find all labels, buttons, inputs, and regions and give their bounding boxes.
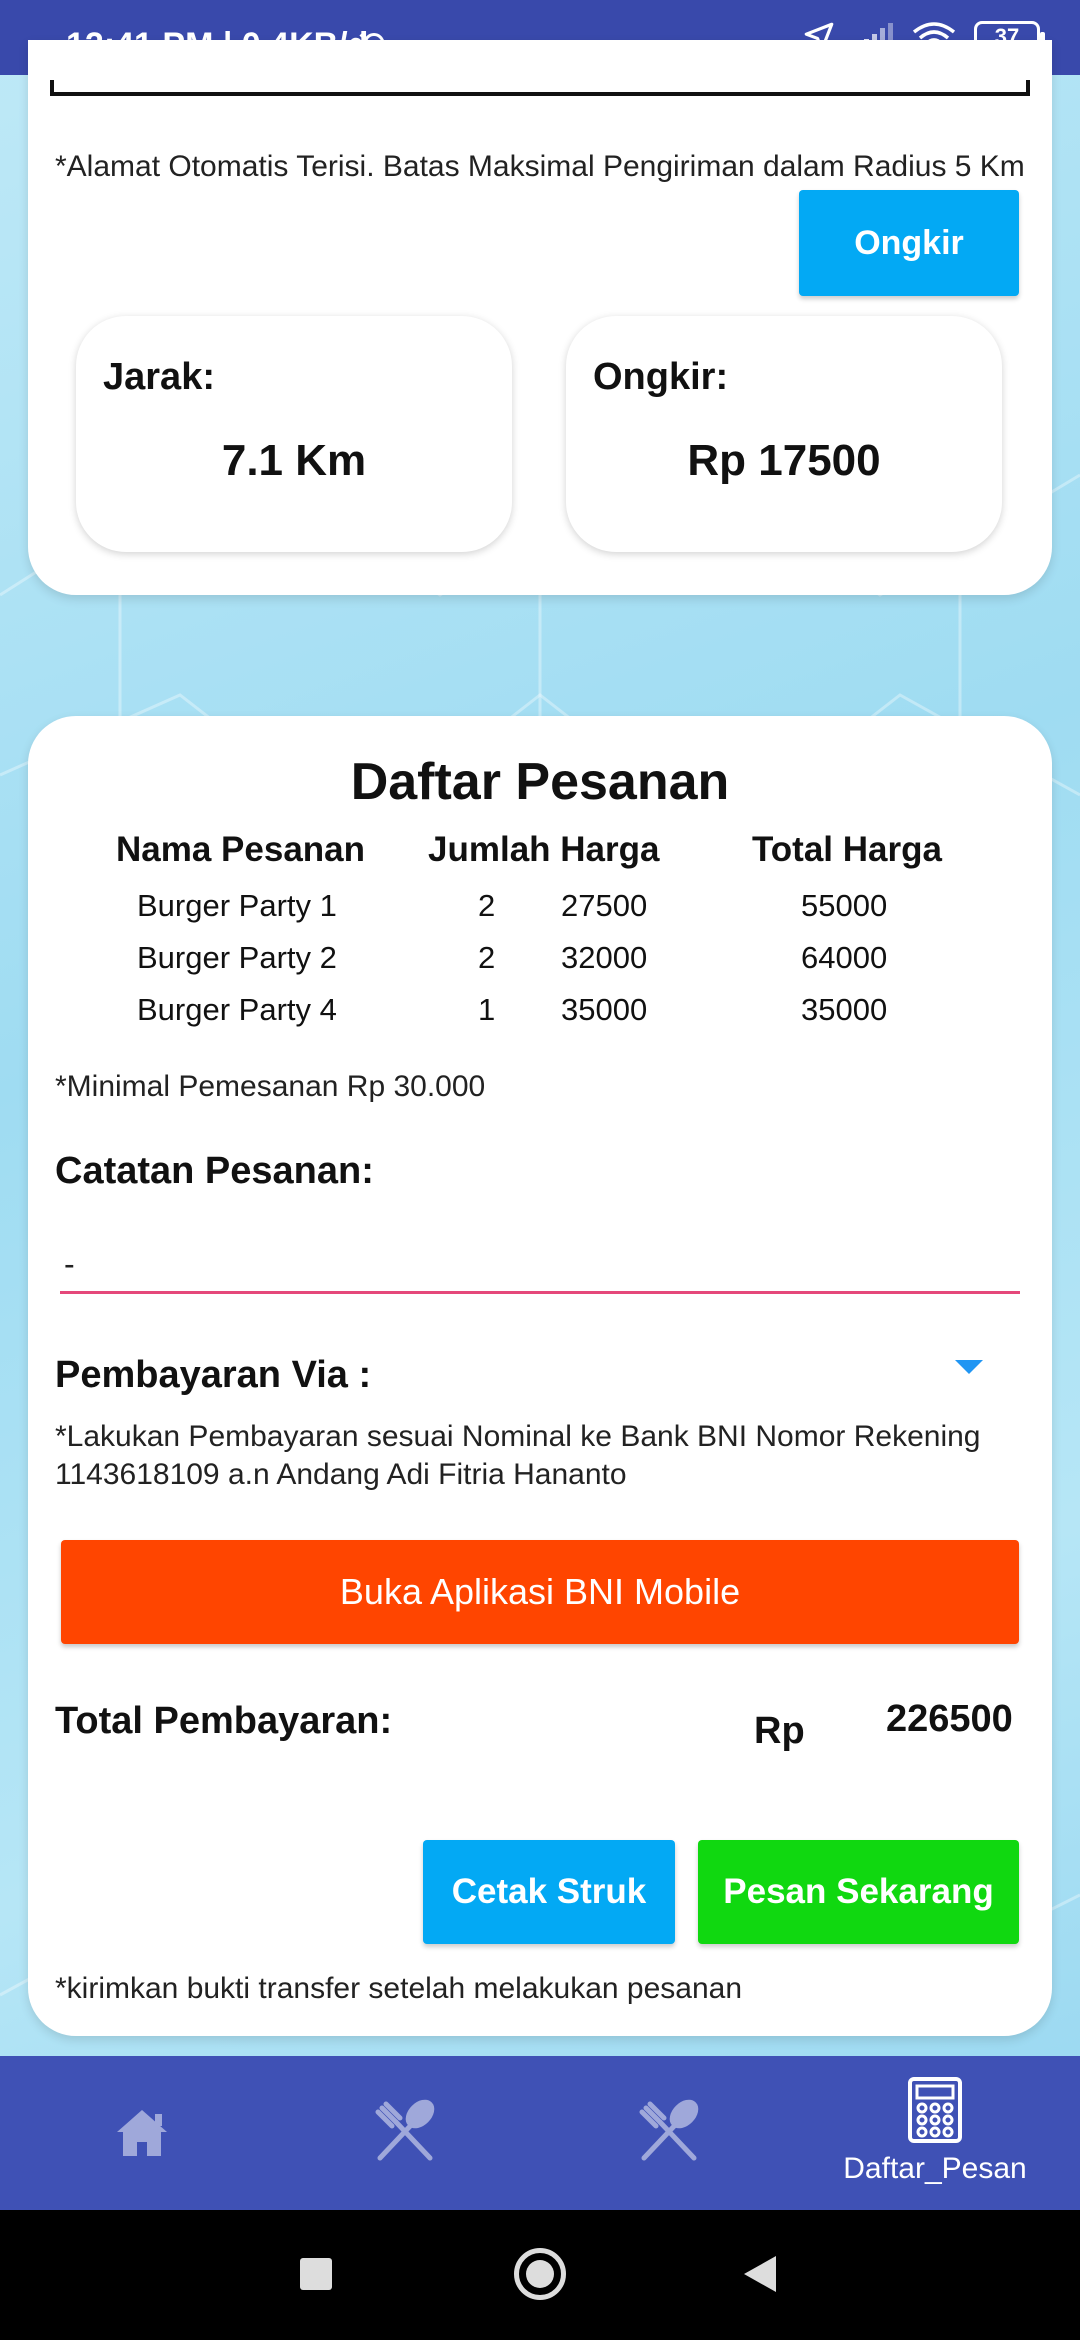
total-payment-value: 226500 (886, 1698, 1013, 1740)
transfer-proof-note: *kirimkan bukti transfer setelah melakuk… (55, 1972, 743, 2005)
item-name: Burger Party 4 (137, 992, 337, 1027)
column-header-total: Total Harga (752, 830, 942, 869)
total-payment-currency: Rp (754, 1710, 805, 1752)
payment-method-dropdown[interactable] (628, 1336, 1028, 1406)
nav-label-daftar-pesan: Daftar_Pesan (843, 2152, 1027, 2185)
recents-button[interactable] (300, 2258, 332, 2290)
bank-transfer-note: *Lakukan Pembayaran sesuai Nominal ke Ba… (55, 1420, 981, 1491)
item-name: Burger Party 2 (137, 940, 337, 975)
address-note: *Alamat Otomatis Terisi. Batas Maksimal … (55, 150, 1025, 183)
address-field-border (50, 92, 1030, 96)
open-bni-mobile-button[interactable]: Buka Aplikasi BNI Mobile (61, 1540, 1019, 1644)
item-total: 64000 (801, 940, 888, 975)
order-list-title: Daftar Pesanan (350, 753, 730, 811)
distance-box: Jarak: 7.1 Km (76, 316, 512, 552)
home-icon (117, 2110, 167, 2156)
system-navigation-bar (0, 2210, 1080, 2340)
column-header-name: Nama Pesanan (116, 830, 366, 869)
shipping-cost-box: Ongkir: Rp 17500 (566, 316, 1002, 552)
shipping-cost-label: Ongkir: (593, 356, 729, 398)
item-total: 35000 (801, 992, 888, 1027)
item-name: Burger Party 1 (137, 888, 337, 923)
spoon-fork-icon (375, 2099, 435, 2161)
item-total: 55000 (801, 888, 888, 923)
calculator-icon (908, 2077, 962, 2143)
address-field-border-right (1026, 80, 1030, 96)
minimum-order-note: *Minimal Pemesanan Rp 30.000 (55, 1070, 486, 1103)
home-button-dot (526, 2260, 554, 2288)
dropdown-arrow-icon (955, 1360, 983, 1374)
nav-item-daftar-pesan[interactable]: Daftar_Pesan (800, 2056, 1070, 2210)
order-list-card: Daftar Pesanan Nama Pesanan Jumlah Harga… (28, 716, 1052, 2036)
item-price: 32000 (561, 940, 648, 975)
order-notes-label: Catatan Pesanan: (55, 1150, 374, 1192)
nav-item-menu-1[interactable] (270, 2056, 540, 2210)
address-field-border-left (50, 80, 54, 96)
shipping-card: *Alamat Otomatis Terisi. Batas Maksimal … (28, 40, 1052, 595)
item-qty: 2 (478, 888, 496, 923)
print-receipt-button[interactable]: Cetak Struk (423, 1840, 675, 1944)
nav-item-home[interactable] (7, 2056, 277, 2210)
nav-item-menu-2[interactable] (534, 2056, 804, 2210)
bottom-navigation: Daftar_Pesan (0, 2056, 1080, 2210)
order-now-button[interactable]: Pesan Sekarang (698, 1840, 1019, 1944)
order-notes-input[interactable] (60, 1238, 1020, 1294)
item-qty: 1 (478, 992, 496, 1027)
back-button[interactable] (742, 2254, 778, 2294)
item-qty: 2 (478, 940, 496, 975)
payment-method-label: Pembayaran Via : (55, 1354, 372, 1396)
distance-label: Jarak: (103, 356, 215, 398)
shipping-cost-value: Rp 17500 (687, 436, 881, 485)
item-price: 35000 (561, 992, 648, 1027)
distance-value: 7.1 Km (221, 436, 367, 485)
total-payment-label: Total Pembayaran: (55, 1700, 393, 1742)
item-price: 27500 (561, 888, 648, 923)
spoon-fork-icon (639, 2099, 699, 2161)
home-button[interactable] (514, 2248, 566, 2300)
ongkir-button[interactable]: Ongkir (799, 190, 1019, 296)
column-header-qty-price: Jumlah Harga (428, 830, 660, 869)
